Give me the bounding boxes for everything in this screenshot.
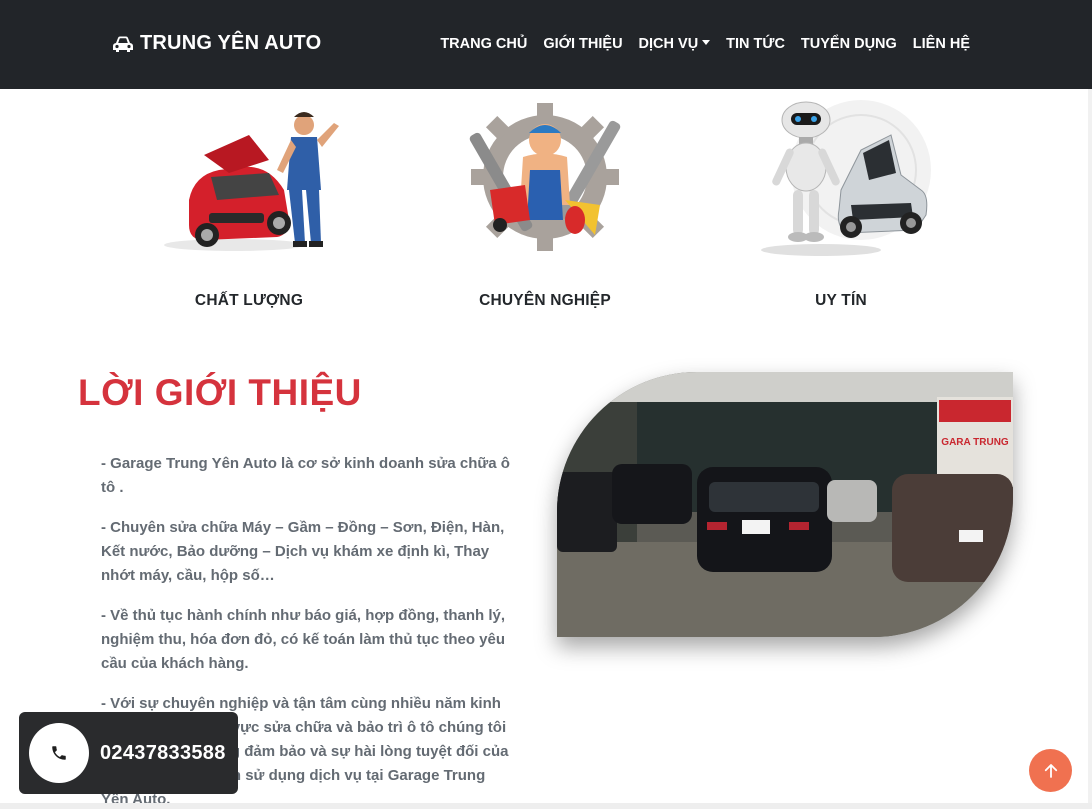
feature-caption: CHẤT LƯỢNG — [194, 292, 304, 309]
mechanic-gear-illustration — [469, 103, 621, 251]
nav-trang-chu[interactable]: TRANG CHỦ — [440, 36, 527, 52]
feature-caption: UY TÍN — [815, 292, 867, 309]
garage-sign-text: GARA TRUNG — [941, 437, 1009, 448]
nav-gioi-thieu[interactable]: GIỚI THIỆU — [543, 36, 622, 52]
nav-lien-he[interactable]: LIÊN HỆ — [913, 36, 970, 52]
intro-paragraph: - Chuyên sửa chữa Máy – Gầm – Đồng – Sơn… — [101, 519, 505, 584]
brand-logo[interactable]: TRUNG YÊN AUTO — [112, 32, 321, 55]
car-icon — [113, 36, 133, 52]
garage-scene: GARA TRUNG — [557, 372, 1013, 637]
nav-tin-tuc[interactable]: TIN TỨC — [726, 36, 785, 52]
arrow-up-icon — [1044, 763, 1057, 778]
nav-tuyen-dung[interactable]: TUYỂN DỤNG — [801, 36, 897, 52]
mechanic-car-illustration — [164, 112, 339, 251]
nav-dich-vu-dropdown[interactable]: DỊCH VỤ — [639, 36, 711, 52]
top-navbar: TRUNG YÊN AUTO TRANG CHỦ GIỚI THIỆU DỊCH… — [0, 0, 1092, 89]
feature-caption: CHUYÊN NGHIỆP — [479, 292, 611, 309]
feature-professional: CHUYÊN NGHIỆP — [430, 95, 660, 310]
hotline-number[interactable]: 02437833588 — [100, 742, 226, 765]
intro-title: LỜI GIỚI THIỆU — [78, 372, 362, 413]
intro-paragraph: - Về thủ tục hành chính như báo giá, hợp… — [101, 607, 506, 672]
phone-button[interactable] — [29, 723, 89, 783]
main-nav: TRANG CHỦ GIỚI THIỆU DỊCH VỤ TIN TỨC TUY… — [440, 36, 970, 52]
feature-quality: CHẤT LƯỢNG — [134, 95, 364, 310]
intro-paragraph: - Garage Trung Yên Auto là cơ sở kinh do… — [101, 455, 510, 496]
vertical-scrollbar[interactable] — [1088, 89, 1092, 809]
feature-trust: UY TÍN — [726, 95, 956, 310]
nav-dich-vu-label: DỊCH VỤ — [638, 36, 699, 52]
hotline-widget[interactable]: 02437833588 — [19, 712, 238, 794]
garage-photo: GARA TRUNG — [557, 372, 1013, 637]
page-bottom-strip — [0, 803, 1092, 809]
brand-name[interactable]: TRUNG YÊN AUTO — [140, 32, 321, 55]
robot-car-illustration — [761, 100, 931, 256]
caret-down-icon — [702, 40, 711, 45]
back-to-top-button[interactable] — [1029, 749, 1072, 792]
phone-icon — [52, 746, 66, 760]
